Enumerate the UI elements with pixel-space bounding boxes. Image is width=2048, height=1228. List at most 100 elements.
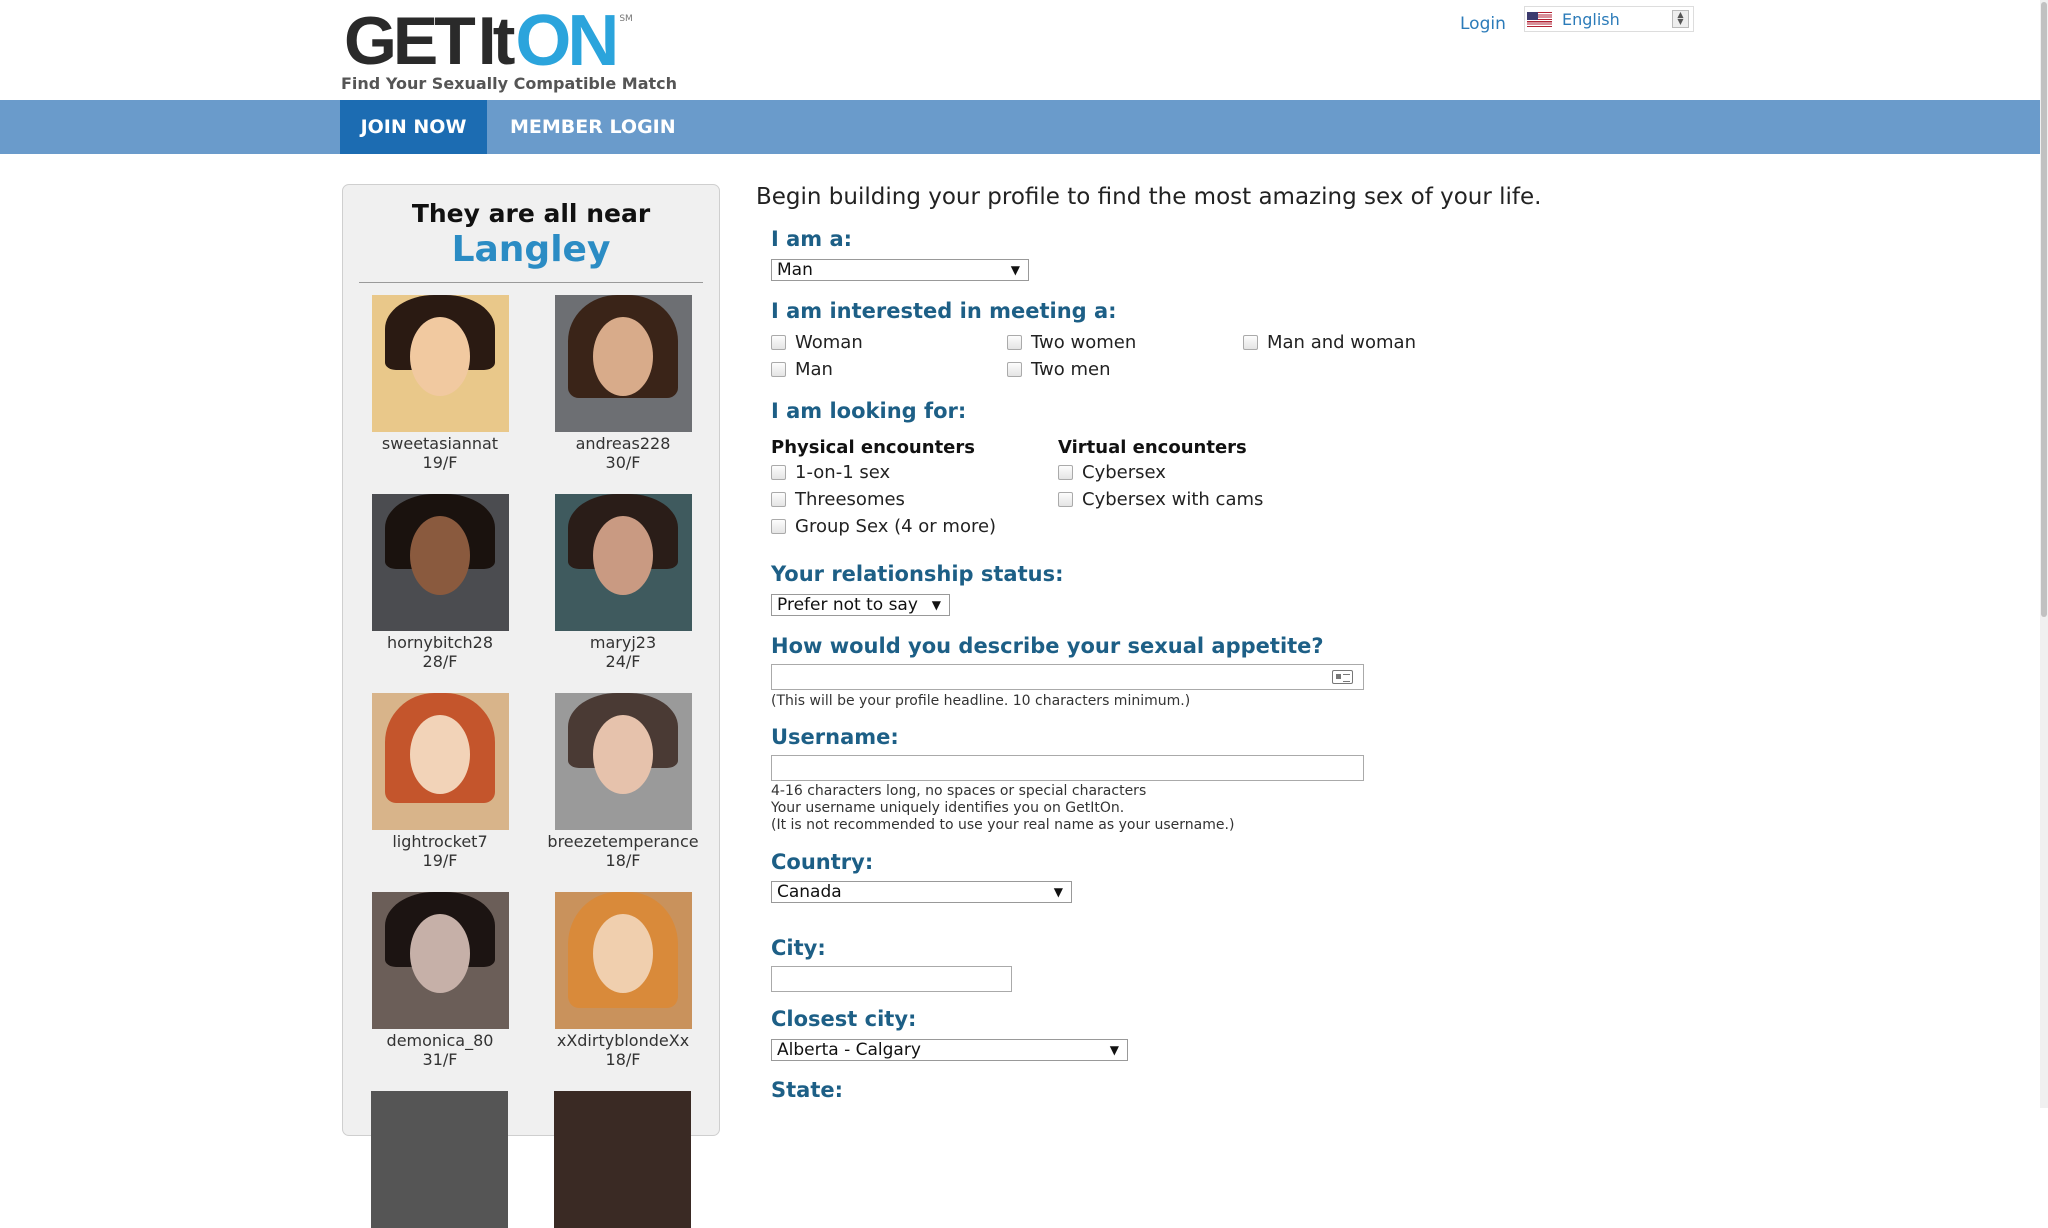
page-scrollbar[interactable] [2040, 0, 2048, 1108]
username-label: Username: [771, 725, 899, 749]
checkbox-two-men[interactable]: Two men [1007, 359, 1111, 380]
site-logo[interactable]: GET It ON SM [344, 1, 633, 81]
profile-username[interactable]: breezetemperance [543, 832, 703, 851]
profile-photo[interactable] [371, 295, 509, 432]
checkbox-group-sex[interactable]: Group Sex (4 or more) [771, 516, 996, 537]
dropdown-arrow-icon: ▼ [931, 598, 941, 612]
checkbox-box[interactable] [1058, 465, 1073, 480]
member-login-tab[interactable]: MEMBER LOGIN [510, 100, 676, 154]
profile-photo[interactable] [554, 1091, 691, 1228]
country-select-value: Canada [777, 882, 842, 902]
checkbox-woman[interactable]: Woman [771, 332, 863, 353]
closest-city-label: Closest city: [771, 1007, 917, 1031]
checkbox-box[interactable] [771, 492, 786, 507]
checkbox-box[interactable] [771, 335, 786, 350]
relationship-label: Your relationship status: [771, 562, 1064, 586]
checkbox-box[interactable] [1243, 335, 1258, 350]
closest-city-select[interactable]: Alberta - Calgary ▼ [771, 1039, 1128, 1061]
profile-photo[interactable] [371, 494, 509, 631]
profile-username[interactable]: andreas228 [543, 434, 703, 453]
profile-card[interactable]: lightrocket7 19/F [360, 693, 520, 870]
physical-encounters-heading: Physical encounters [771, 437, 975, 458]
profile-photo[interactable] [371, 693, 509, 830]
dropdown-arrow-icon: ▼ [1053, 885, 1063, 899]
spinner-arrows-icon: ▲ ▼ [1672, 10, 1689, 28]
profile-age: 28/F [422, 652, 458, 671]
virtual-encounters-heading: Virtual encounters [1058, 437, 1247, 458]
looking-label: I am looking for: [771, 399, 967, 423]
checkbox-cybersex[interactable]: Cybersex [1058, 462, 1166, 483]
profile-age: 18/F [605, 1050, 641, 1069]
checkbox-box[interactable] [771, 465, 786, 480]
profile-card[interactable]: maryj23 24/F [543, 494, 703, 671]
checkbox-box[interactable] [771, 519, 786, 534]
profile-age: 19/F [422, 851, 458, 870]
profile-username[interactable]: lightrocket7 [360, 832, 520, 851]
iam-select[interactable]: Man ▼ [771, 259, 1029, 281]
country-select[interactable]: Canada ▼ [771, 881, 1072, 903]
join-now-tab[interactable]: JOIN NOW [340, 100, 487, 154]
checkbox-box[interactable] [1007, 362, 1022, 377]
profile-age: 18/F [605, 851, 641, 870]
profile-username[interactable]: sweetasiannat [360, 434, 520, 453]
city-input[interactable] [771, 966, 1012, 992]
site-tagline: Find Your Sexually Compatible Match [341, 74, 678, 93]
profile-username[interactable]: demonica_80 [360, 1031, 520, 1050]
site-header: GET It ON SM Find Your Sexually Compatib… [0, 0, 2040, 100]
username-input[interactable] [771, 755, 1364, 781]
profile-card[interactable]: andreas228 30/F [543, 295, 703, 472]
appetite-input[interactable] [771, 664, 1364, 690]
profile-card[interactable]: demonica_80 31/F [360, 892, 520, 1069]
profile-username[interactable]: xXdirtyblondeXx [543, 1031, 703, 1050]
profile-username[interactable]: hornybitch28 [360, 633, 520, 652]
iam-label: I am a: [771, 227, 853, 251]
panel-city: Langley [451, 229, 611, 270]
profile-card[interactable]: xXdirtyblondeXx 18/F [543, 892, 703, 1069]
logo-get-text: GET [344, 3, 476, 79]
country-label: Country: [771, 850, 874, 874]
checkbox-threesomes[interactable]: Threesomes [771, 489, 905, 510]
checkbox-cybersex-with-cams[interactable]: Cybersex with cams [1058, 489, 1263, 510]
contact-card-icon[interactable] [1332, 670, 1353, 684]
appetite-hint: (This will be your profile headline. 10 … [771, 693, 1191, 709]
profile-photo[interactable] [554, 494, 692, 631]
profile-photo[interactable] [554, 295, 692, 432]
profile-age: 30/F [605, 453, 641, 472]
profile-photo[interactable] [371, 892, 509, 1029]
logo-on-text: ON [515, 1, 619, 81]
city-label: City: [771, 936, 826, 960]
checkbox-box[interactable] [771, 362, 786, 377]
checkbox-man-and-woman[interactable]: Man and woman [1243, 332, 1416, 353]
checkbox-1-on-1-sex[interactable]: 1-on-1 sex [771, 462, 890, 483]
appetite-label: How would you describe your sexual appet… [771, 634, 1324, 658]
interested-label: I am interested in meeting a: [771, 299, 1117, 323]
us-flag-icon [1527, 11, 1552, 27]
form-intro: Begin building your profile to find the … [756, 184, 1542, 210]
profile-photo[interactable] [371, 1091, 508, 1228]
profile-card[interactable]: breezetemperance 18/F [543, 693, 703, 870]
main-nav: JOIN NOW MEMBER LOGIN [0, 100, 2040, 154]
language-value: English [1562, 9, 1620, 29]
profile-photo[interactable] [554, 892, 692, 1029]
username-hint-1: 4-16 characters long, no spaces or speci… [771, 783, 1147, 799]
language-select[interactable]: English ▲ ▼ [1524, 6, 1694, 32]
profile-age: 19/F [422, 453, 458, 472]
iam-select-value: Man [777, 260, 813, 280]
relationship-select[interactable]: Prefer not to say ▼ [771, 594, 950, 616]
dropdown-arrow-icon: ▼ [1010, 263, 1020, 277]
checkbox-two-women[interactable]: Two women [1007, 332, 1136, 353]
checkbox-box[interactable] [1058, 492, 1073, 507]
profile-age: 24/F [605, 652, 641, 671]
login-link[interactable]: Login [1460, 14, 1506, 34]
scrollbar-thumb[interactable] [2041, 2, 2047, 617]
checkbox-man[interactable]: Man [771, 359, 833, 380]
profile-photo[interactable] [554, 693, 692, 830]
profile-card[interactable]: sweetasiannat 19/F [360, 295, 520, 472]
profile-username[interactable]: maryj23 [543, 633, 703, 652]
relationship-select-value: Prefer not to say [777, 595, 918, 615]
panel-title: They are all near [411, 199, 651, 228]
closest-city-select-value: Alberta - Calgary [777, 1040, 921, 1060]
profile-age: 31/F [422, 1050, 458, 1069]
profile-card[interactable]: hornybitch28 28/F [360, 494, 520, 671]
checkbox-box[interactable] [1007, 335, 1022, 350]
